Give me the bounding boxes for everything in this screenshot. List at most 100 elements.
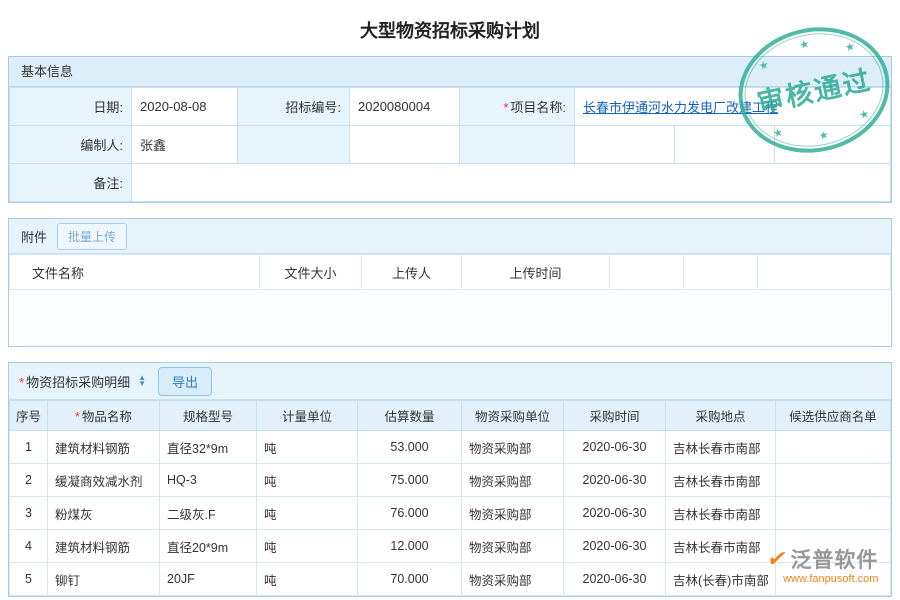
details-column-header: 序号 xyxy=(10,401,48,431)
details-header-bar: *物资招标采购明细 ▲▼ 导出 xyxy=(9,363,891,400)
table-cell: 吨 xyxy=(257,563,358,596)
attachments-table: 文件名称文件大小上传人上传时间 xyxy=(9,254,891,290)
details-section-title-text: 物资招标采购明细 xyxy=(26,375,130,390)
table-cell: 5 xyxy=(10,563,48,596)
required-asterisk: * xyxy=(75,410,80,424)
table-cell: 直径20*9m xyxy=(160,530,257,563)
attachments-column-header: 上传人 xyxy=(362,255,462,290)
table-cell: 吉林长春市南部 xyxy=(666,530,776,563)
details-column-header: 估算数量 xyxy=(358,401,462,431)
required-asterisk: * xyxy=(503,100,508,115)
bid-no-label: 招标编号: xyxy=(238,88,350,126)
attachments-column-header: 文件名称 xyxy=(10,255,260,290)
export-button[interactable]: 导出 xyxy=(158,367,212,396)
table-cell: 吨 xyxy=(257,530,358,563)
table-cell: 70.000 xyxy=(358,563,462,596)
table-cell: 2020-06-30 xyxy=(564,530,666,563)
page-title: 大型物资招标采购计划 xyxy=(0,0,900,56)
details-column-header: 计量单位 xyxy=(257,401,358,431)
details-column-header: 规格型号 xyxy=(160,401,257,431)
details-section: *物资招标采购明细 ▲▼ 导出 序号*物品名称规格型号计量单位估算数量物资采购单… xyxy=(8,362,892,597)
project-name-link[interactable]: 长春市伊通河水力发电厂改建工程 xyxy=(583,100,778,115)
table-cell: 建筑材料钢筋 xyxy=(48,530,160,563)
table-cell: 物资采购部 xyxy=(462,431,564,464)
details-column-header: 候选供应商名单 xyxy=(776,401,891,431)
table-cell: 物资采购部 xyxy=(462,563,564,596)
table-cell: 吨 xyxy=(257,464,358,497)
table-cell: 建筑材料钢筋 xyxy=(48,431,160,464)
table-cell: 物资采购部 xyxy=(462,464,564,497)
table-cell: 吨 xyxy=(257,497,358,530)
details-column-header: 物资采购单位 xyxy=(462,401,564,431)
table-cell: 2020-06-30 xyxy=(564,431,666,464)
table-cell: 2 xyxy=(10,464,48,497)
table-cell xyxy=(776,563,891,596)
table-cell: HQ-3 xyxy=(160,464,257,497)
attachments-header-bar: 附件 批量上传 xyxy=(9,219,891,254)
attachments-column-header xyxy=(684,255,758,290)
required-asterisk: * xyxy=(19,375,24,390)
table-cell: 2020-06-30 xyxy=(564,464,666,497)
table-cell: 2020-06-30 xyxy=(564,497,666,530)
compiler-label: 编制人: xyxy=(10,126,132,164)
empty-label-cell xyxy=(238,126,350,164)
attachments-header-row: 文件名称文件大小上传人上传时间 xyxy=(10,255,891,290)
table-cell: 3 xyxy=(10,497,48,530)
table-cell: 粉煤灰 xyxy=(48,497,160,530)
table-cell: 4 xyxy=(10,530,48,563)
table-cell: 2020-06-30 xyxy=(564,563,666,596)
basic-info-grid: 日期: 2020-08-08 招标编号: 2020080004 *项目名称: 长… xyxy=(9,87,891,202)
table-row: 4建筑材料钢筋直径20*9m吨12.000物资采购部2020-06-30吉林长春… xyxy=(10,530,891,563)
table-cell: 缓凝商效减水剂 xyxy=(48,464,160,497)
details-column-header: *物品名称 xyxy=(48,401,160,431)
table-cell: 12.000 xyxy=(358,530,462,563)
attachments-column-header: 上传时间 xyxy=(462,255,610,290)
details-section-title: *物资招标采购明细 xyxy=(19,372,130,391)
table-cell: 20JF xyxy=(160,563,257,596)
table-row: 2缓凝商效减水剂HQ-3吨75.000物资采购部2020-06-30吉林长春市南… xyxy=(10,464,891,497)
remark-label: 备注: xyxy=(10,164,132,202)
compiler-value: 张鑫 xyxy=(132,126,238,164)
table-cell: 物资采购部 xyxy=(462,530,564,563)
attachments-section: 附件 批量上传 文件名称文件大小上传人上传时间 xyxy=(8,218,892,347)
empty-value-cell xyxy=(350,126,460,164)
table-cell: 吉林(长春)市南部 xyxy=(666,563,776,596)
table-cell: 吉林长春市南部 xyxy=(666,464,776,497)
details-column-header: 采购时间 xyxy=(564,401,666,431)
table-cell: 1 xyxy=(10,431,48,464)
batch-upload-button[interactable]: 批量上传 xyxy=(57,223,127,250)
empty-value-cell xyxy=(675,126,775,164)
table-cell: 75.000 xyxy=(358,464,462,497)
empty-value-cell xyxy=(575,126,675,164)
attachments-tab[interactable]: 附件 xyxy=(21,227,47,246)
empty-label-cell xyxy=(460,126,575,164)
project-name-cell: 长春市伊通河水力发电厂改建工程 xyxy=(575,88,891,126)
date-value: 2020-08-08 xyxy=(132,88,238,126)
details-table: 序号*物品名称规格型号计量单位估算数量物资采购单位采购时间采购地点候选供应商名单… xyxy=(9,400,891,596)
project-name-label: *项目名称: xyxy=(460,88,575,126)
table-row: 1建筑材料钢筋直径32*9m吨53.000物资采购部2020-06-30吉林长春… xyxy=(10,431,891,464)
remark-value xyxy=(132,164,891,202)
details-column-header: 采购地点 xyxy=(666,401,776,431)
table-cell: 二级灰.F xyxy=(160,497,257,530)
basic-info-section-header: 基本信息 xyxy=(9,57,891,87)
attachments-column-header xyxy=(610,255,684,290)
attachments-empty-body xyxy=(9,290,891,346)
table-cell: 直径32*9m xyxy=(160,431,257,464)
empty-value-cell xyxy=(775,126,891,164)
table-cell: 吉林长春市南部 xyxy=(666,497,776,530)
table-cell xyxy=(776,497,891,530)
table-row: 3粉煤灰二级灰.F吨76.000物资采购部2020-06-30吉林长春市南部 xyxy=(10,497,891,530)
table-cell: 铆钉 xyxy=(48,563,160,596)
basic-info-section: 基本信息 日期: 2020-08-08 招标编号: 2020080004 *项目… xyxy=(8,56,892,203)
sort-icon[interactable]: ▲▼ xyxy=(138,375,146,387)
table-cell xyxy=(776,464,891,497)
table-cell: 吨 xyxy=(257,431,358,464)
table-cell xyxy=(776,431,891,464)
details-header-row: 序号*物品名称规格型号计量单位估算数量物资采购单位采购时间采购地点候选供应商名单 xyxy=(10,401,891,431)
date-label: 日期: xyxy=(10,88,132,126)
attachments-column-header xyxy=(758,255,891,290)
bid-no-value: 2020080004 xyxy=(350,88,460,126)
project-name-label-text: 项目名称: xyxy=(510,100,566,115)
table-cell: 吉林长春市南部 xyxy=(666,431,776,464)
